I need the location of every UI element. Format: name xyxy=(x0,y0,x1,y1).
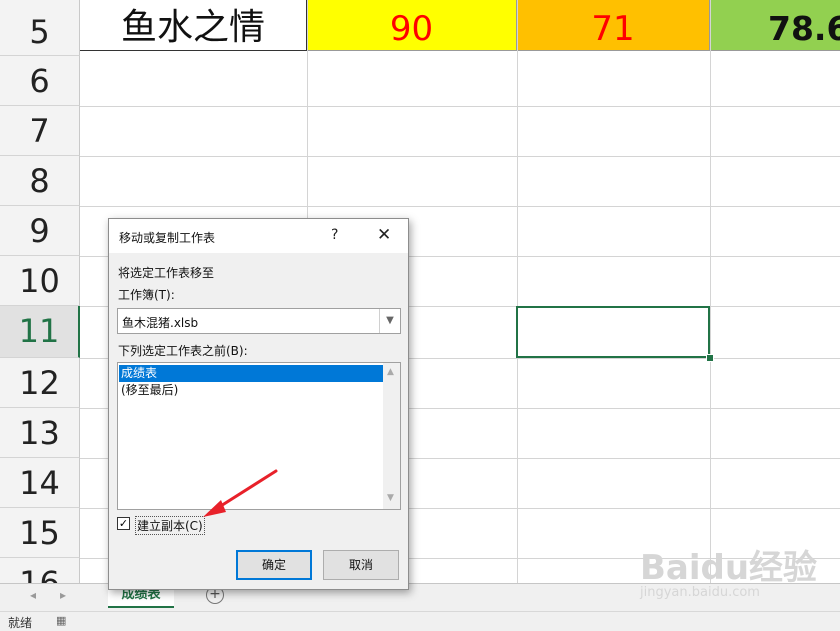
cell-name[interactable]: 鱼水之情 xyxy=(80,0,307,51)
workbook-select[interactable]: 鱼木混猪.xlsb ▼ xyxy=(117,308,401,334)
row-header-8[interactable]: 8 xyxy=(0,156,80,206)
cell-score-1[interactable]: 90 xyxy=(307,0,517,51)
sheet-list[interactable]: 成绩表 (移至最后) ▲ ▼ xyxy=(117,362,401,510)
move-copy-dialog: 移动或复制工作表 ? ✕ 将选定工作表移至 工作簿(T): 鱼木混猪.xlsb … xyxy=(108,218,409,590)
list-item[interactable]: (移至最后) xyxy=(119,382,383,399)
grid-line xyxy=(517,0,518,583)
row-header-5[interactable]: 5 xyxy=(0,0,80,56)
copy-checkbox[interactable]: ✓ xyxy=(117,517,130,530)
grid-line xyxy=(710,0,711,583)
status-ready: 就绪 xyxy=(8,616,33,630)
workbook-label: 工作簿(T): xyxy=(118,288,175,302)
row-header-16[interactable]: 16 xyxy=(0,558,80,583)
grid-line xyxy=(80,156,840,157)
row-header-12[interactable]: 12 xyxy=(0,358,80,408)
list-scrollbar[interactable]: ▲ ▼ xyxy=(383,363,400,509)
row-header-14[interactable]: 14 xyxy=(0,458,80,508)
ok-button[interactable]: 确定 xyxy=(236,550,312,580)
chevron-down-icon[interactable]: ▼ xyxy=(379,309,400,333)
status-bar: 就绪 ▦ xyxy=(0,611,840,631)
row-header-9[interactable]: 9 xyxy=(0,206,80,256)
row-header-15[interactable]: 15 xyxy=(0,508,80,558)
close-icon[interactable]: ✕ xyxy=(377,225,391,245)
scroll-up-icon[interactable]: ▲ xyxy=(387,367,394,377)
row-header-6[interactable]: 6 xyxy=(0,56,80,106)
dialog-titlebar[interactable]: 移动或复制工作表 ? ✕ xyxy=(109,219,408,253)
row-header-7[interactable]: 7 xyxy=(0,106,80,156)
move-to-label: 将选定工作表移至 xyxy=(118,266,215,280)
cancel-button[interactable]: 取消 xyxy=(323,550,399,580)
workbook-value: 鱼木混猪.xlsb xyxy=(122,316,199,330)
row-header-10[interactable]: 10 xyxy=(0,256,80,306)
grid-line xyxy=(80,106,840,107)
fill-handle[interactable] xyxy=(706,354,714,362)
watermark: Baidu经验 jingyan.baidu.com xyxy=(640,540,817,600)
active-cell[interactable] xyxy=(516,306,710,358)
copy-checkbox-label[interactable]: 建立副本(C) xyxy=(135,516,205,535)
list-item[interactable]: 成绩表 xyxy=(119,365,383,382)
cell-average[interactable]: 78.6 xyxy=(710,0,840,51)
scroll-down-icon[interactable]: ▼ xyxy=(387,493,394,503)
grid-line xyxy=(80,206,840,207)
macro-record-icon[interactable]: ▦ xyxy=(56,614,66,627)
row-header-13[interactable]: 13 xyxy=(0,408,80,458)
tab-scroll-left-icon[interactable]: ◂ xyxy=(30,588,36,602)
before-sheet-label: 下列选定工作表之前(B): xyxy=(118,344,248,358)
cell-score-2[interactable]: 71 xyxy=(517,0,710,51)
help-button[interactable]: ? xyxy=(331,227,338,243)
watermark-logo: Baidu经验 xyxy=(640,548,818,588)
dialog-title: 移动或复制工作表 xyxy=(119,231,216,245)
tab-scroll-right-icon[interactable]: ▸ xyxy=(60,588,66,602)
row-header-11[interactable]: 11 xyxy=(0,306,80,358)
